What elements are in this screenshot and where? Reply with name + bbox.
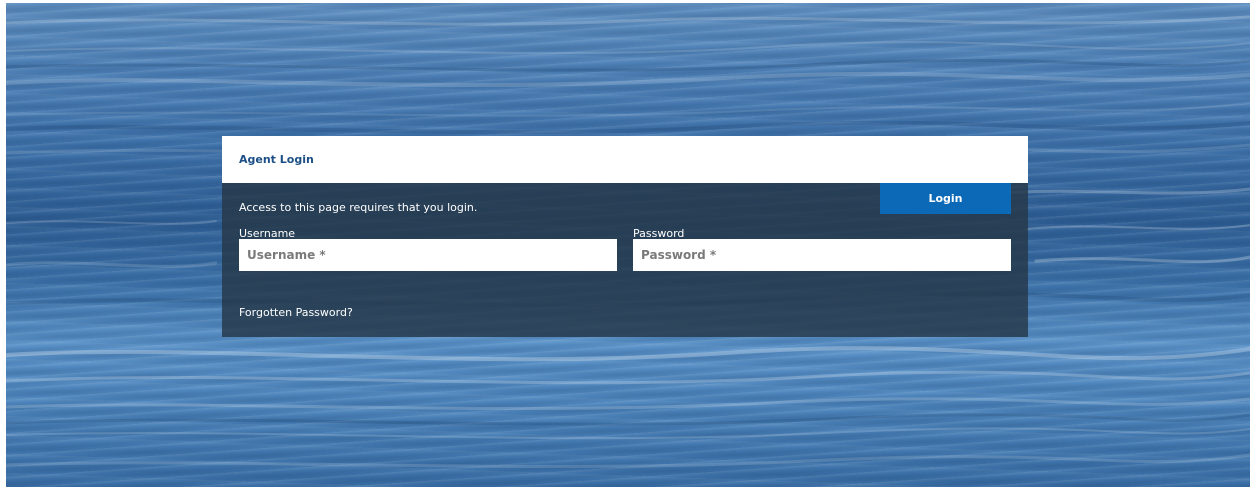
username-input[interactable] bbox=[239, 239, 617, 271]
login-card-header: Agent Login bbox=[222, 136, 1028, 183]
username-field-group: Username bbox=[239, 227, 617, 271]
login-form: Access to this page requires that you lo… bbox=[222, 183, 1028, 337]
login-button[interactable]: Login bbox=[880, 183, 1011, 214]
password-field-group: Password bbox=[633, 227, 1011, 271]
forgotten-password-link[interactable]: Forgotten Password? bbox=[239, 306, 353, 319]
login-page: Agent Login Access to this page requires… bbox=[0, 0, 1251, 491]
login-title: Agent Login bbox=[239, 153, 314, 166]
login-intro-text: Access to this page requires that you lo… bbox=[239, 201, 478, 214]
password-input[interactable] bbox=[633, 239, 1011, 271]
agent-login-card: Agent Login Access to this page requires… bbox=[222, 136, 1028, 337]
